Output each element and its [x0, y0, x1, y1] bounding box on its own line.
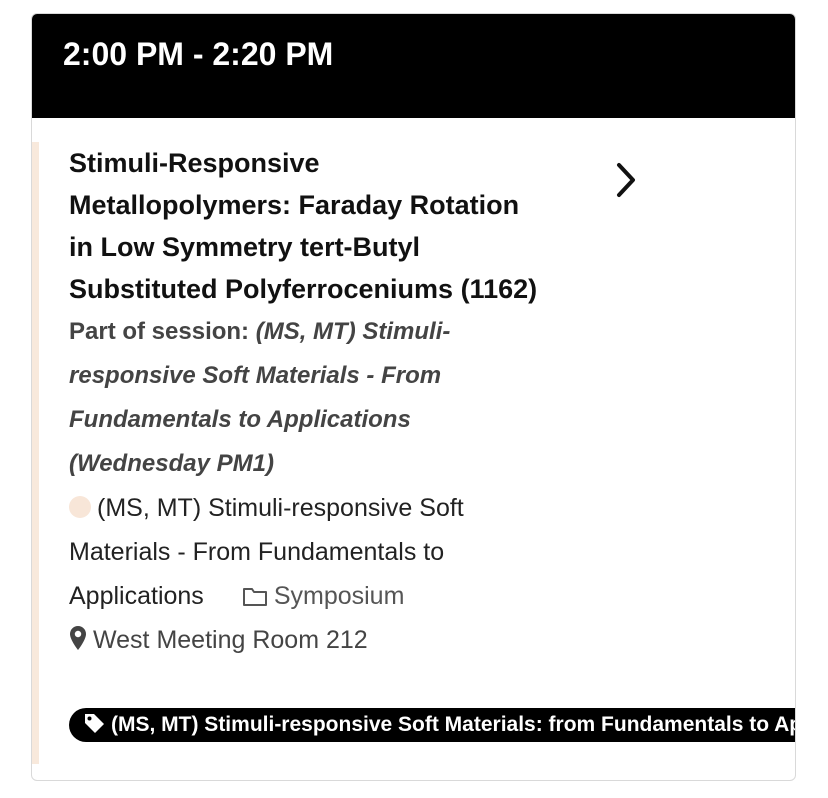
track-color-bar — [32, 142, 39, 764]
session-prefix: Part of session: — [69, 318, 256, 345]
folder-icon — [242, 588, 267, 606]
time-header: 2:00 PM - 2:20 PM — [32, 14, 795, 118]
track-tag[interactable]: (MS, MT) Stimuli-responsive Soft Materia… — [69, 708, 795, 742]
event-type-label: Symposium — [273, 582, 405, 610]
event-type: Symposium — [242, 582, 405, 610]
track-info: (MS, MT) Stimuli-responsive Soft Materia… — [69, 486, 539, 618]
location-label: West Meeting Room 212 — [93, 626, 368, 654]
event-details: Stimuli-Responsive Metallopolymers: Fara… — [69, 142, 539, 662]
track-color-dot — [69, 496, 91, 518]
tag-icon — [85, 714, 104, 733]
location-info: West Meeting Room 212 — [69, 618, 539, 662]
track-tag-label: (MS, MT) Stimuli-responsive Soft Materia… — [111, 713, 795, 736]
map-pin-icon — [70, 626, 86, 650]
session-info: Part of session: (MS, MT) Stimuli-respon… — [69, 310, 539, 486]
time-range: 2:00 PM - 2:20 PM — [63, 36, 334, 72]
chevron-right-icon[interactable] — [612, 160, 640, 200]
event-title[interactable]: Stimuli-Responsive Metallopolymers: Fara… — [69, 142, 539, 310]
event-card: 2:00 PM - 2:20 PM Stimuli-Responsive Met… — [31, 13, 796, 781]
